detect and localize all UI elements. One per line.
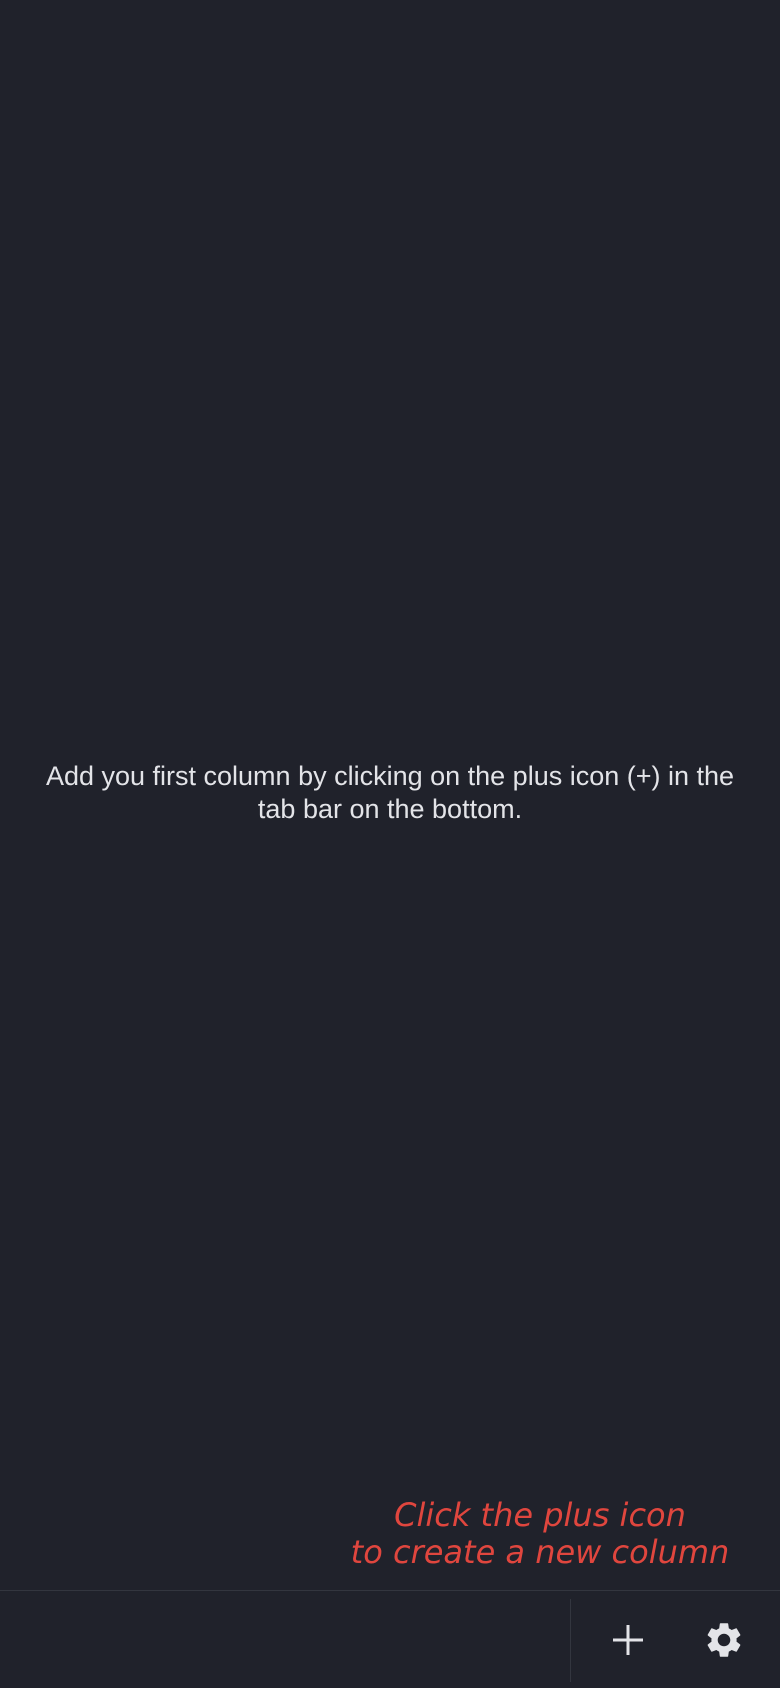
tab-divider — [570, 1599, 571, 1682]
gear-icon — [707, 1623, 741, 1657]
hint-line-1: Click the plus icon — [394, 1496, 686, 1534]
add-column-button[interactable] — [596, 1608, 660, 1672]
app-screen: Add you first column by clicking on the … — [0, 0, 780, 1688]
hint-annotation: Click the plus icon to create a new colu… — [330, 1497, 750, 1571]
settings-button[interactable] — [692, 1608, 756, 1672]
plus-icon — [613, 1625, 643, 1655]
tab-bar — [0, 1590, 780, 1688]
hint-line-2: to create a new column — [350, 1533, 730, 1571]
empty-state-message: Add you first column by clicking on the … — [45, 761, 735, 824]
